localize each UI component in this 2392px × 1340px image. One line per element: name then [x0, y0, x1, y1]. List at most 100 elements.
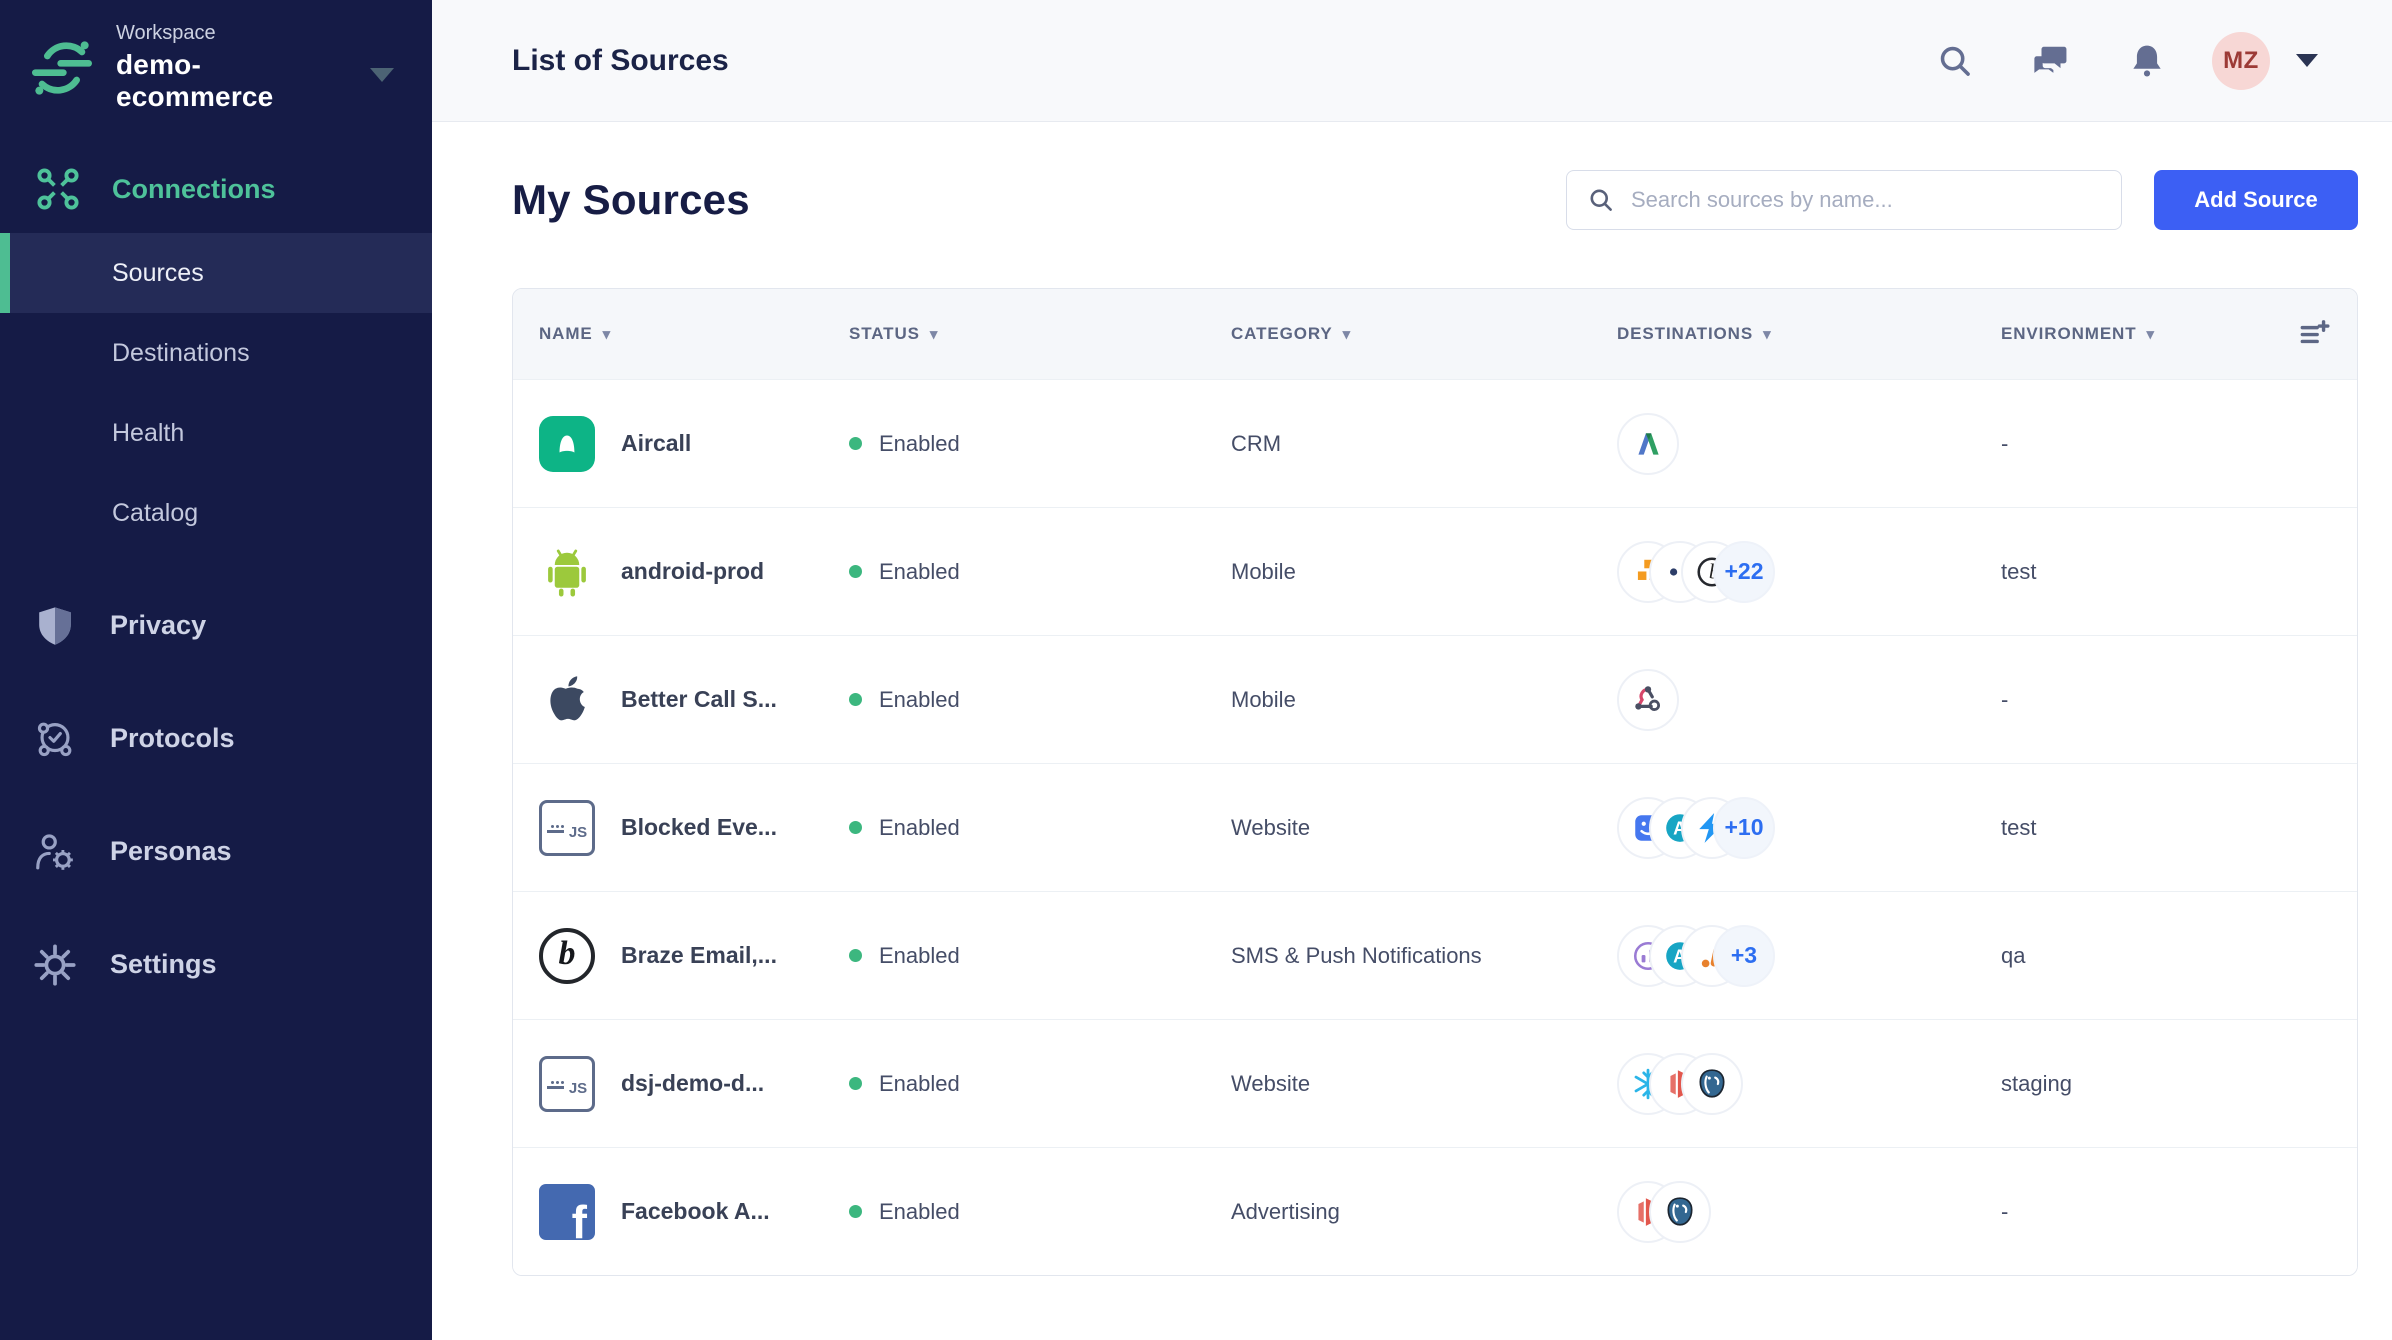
- destinations-cell[interactable]: [1617, 668, 2001, 731]
- environment-label: test: [2001, 558, 2037, 584]
- category-label: Advertising: [1231, 1198, 1340, 1224]
- environment-label: staging: [2001, 1070, 2072, 1096]
- source-name: Blocked Eve...: [621, 814, 777, 840]
- add-column-icon[interactable]: [2297, 317, 2331, 351]
- category-label: CRM: [1231, 430, 1282, 456]
- sort-caret-icon: ▾: [1763, 326, 1772, 343]
- sort-caret-icon: ▾: [1342, 326, 1352, 343]
- sidebar-item-connections[interactable]: Connections: [0, 145, 432, 233]
- workspace-chevron-down-icon[interactable]: [370, 67, 394, 82]
- search-icon: [1590, 189, 1612, 211]
- avatar-initials: MZ: [2223, 46, 2259, 74]
- avatar[interactable]: MZ: [2212, 31, 2270, 90]
- category-label: Website: [1231, 814, 1311, 840]
- content: My Sources Add Source NAME▾ STATUS▾ CATE…: [432, 122, 2392, 1340]
- column-header-name[interactable]: NAME ▾: [539, 324, 849, 344]
- more-destinations-badge[interactable]: +22: [1713, 540, 1775, 603]
- sidebar-item-label: Health: [112, 418, 185, 447]
- table-row[interactable]: b Braze Email,... Enabled SMS & Push Not…: [513, 891, 2357, 1019]
- shield-icon: [39, 606, 71, 645]
- status-label: Enabled: [879, 814, 960, 840]
- category-label: Mobile: [1231, 686, 1296, 712]
- environment-label: -: [2001, 686, 2009, 712]
- braze-icon: b: [539, 927, 595, 984]
- destinations-cell[interactable]: A +3: [1617, 924, 2001, 987]
- sidebar-nav: Connections Sources Destinations Health …: [0, 145, 432, 1021]
- destinations-cell[interactable]: [1617, 1180, 2001, 1243]
- sidebar-item-destinations[interactable]: Destinations: [0, 313, 432, 393]
- destinations-cell[interactable]: A +10: [1617, 796, 2001, 859]
- source-name: Braze Email,...: [621, 942, 777, 968]
- status-label: Enabled: [879, 1198, 960, 1224]
- source-name: android-prod: [621, 558, 765, 584]
- page-title: List of Sources: [512, 43, 729, 77]
- destinations-cell[interactable]: [1617, 412, 2001, 475]
- main-area: List of Sources MZ My Sources Search sou…: [432, 0, 2392, 1340]
- sidebar-item-label: Privacy: [110, 610, 207, 640]
- table-row[interactable]: Aircall Enabled CRM -: [513, 379, 2357, 507]
- more-destinations-badge[interactable]: +3: [1713, 924, 1775, 987]
- category-label: SMS & Push Notifications: [1231, 942, 1482, 968]
- destinations-cell[interactable]: [1617, 1052, 2001, 1115]
- sidebar-item-label: Destinations: [112, 338, 250, 367]
- aircall-icon: [539, 415, 595, 472]
- table-row[interactable]: Better Call S... Enabled Mobile -: [513, 635, 2357, 763]
- sidebar-item-protocols[interactable]: Protocols: [0, 682, 432, 795]
- more-destinations-badge[interactable]: +10: [1713, 796, 1775, 859]
- status-label: Enabled: [879, 686, 960, 712]
- table-row[interactable]: JS dsj-demo-d... Enabled Website staging: [513, 1019, 2357, 1147]
- add-source-button[interactable]: Add Source: [2154, 170, 2358, 230]
- status-label: Enabled: [879, 942, 960, 968]
- sidebar-item-personas[interactable]: Personas: [0, 795, 432, 908]
- controls-row: My Sources Add Source: [512, 170, 2358, 230]
- source-name: Aircall: [621, 430, 692, 456]
- topbar: List of Sources MZ: [432, 0, 2392, 122]
- protocols-icon: [37, 722, 72, 756]
- category-label: Mobile: [1231, 558, 1296, 584]
- workspace-name: demo-ecommerce: [116, 49, 274, 112]
- table-row[interactable]: android-prod Enabled Mobile b +22 t: [513, 507, 2357, 635]
- column-header-status[interactable]: STATUS ▾: [849, 324, 1231, 344]
- column-header-category[interactable]: CATEGORY ▾: [1231, 324, 1617, 344]
- apple-icon: [539, 672, 595, 728]
- sources-table: NAME ▾ STATUS ▾ CATEGORY ▾ DESTINATIONS ▾ EN…: [512, 288, 2358, 1276]
- sidebar: Workspace demo-ecommerce Connections Sou…: [0, 0, 432, 1340]
- sidebar-item-settings[interactable]: Settings: [0, 908, 432, 1021]
- sidebar-item-catalog[interactable]: Catalog: [0, 473, 432, 553]
- status-label: Enabled: [879, 558, 960, 584]
- account-chevron-down-icon[interactable]: [2296, 54, 2318, 67]
- table-header: NAME ▾ STATUS ▾ CATEGORY ▾ DESTINATIONS ▾ EN…: [513, 289, 2357, 379]
- sidebar-item-label: Connections: [112, 173, 276, 204]
- sidebar-item-health[interactable]: Health: [0, 393, 432, 473]
- workspace-switcher[interactable]: Workspace demo-ecommerce: [0, 0, 432, 131]
- gear-icon: [34, 943, 76, 986]
- search-icon[interactable]: [1936, 42, 1974, 80]
- chat-icon[interactable]: [2032, 42, 2070, 80]
- environment-label: qa: [2001, 942, 2026, 968]
- category-label: Website: [1231, 1070, 1311, 1096]
- sidebar-item-privacy[interactable]: Privacy: [0, 569, 432, 682]
- bell-icon[interactable]: [2128, 42, 2166, 80]
- sort-caret-icon: ▾: [929, 326, 939, 343]
- postgres-icon: [1681, 1052, 1743, 1115]
- search-sources-input[interactable]: [1631, 187, 2101, 213]
- table-row[interactable]: f Facebook A... Enabled Advertising -: [513, 1147, 2357, 1275]
- sidebar-item-label: Catalog: [112, 498, 199, 527]
- status-label: Enabled: [879, 1070, 960, 1096]
- source-name: Facebook A...: [621, 1198, 770, 1224]
- source-name: Better Call S...: [621, 686, 777, 712]
- status-dot: [849, 1077, 862, 1090]
- column-header-environment[interactable]: ENVIRONMENT ▾: [2001, 324, 2285, 344]
- sidebar-item-label: Protocols: [110, 723, 235, 753]
- table-row[interactable]: JS Blocked Eve... Enabled Website A +10 …: [513, 763, 2357, 891]
- column-header-destinations[interactable]: DESTINATIONS ▾: [1617, 324, 2001, 344]
- destinations-cell[interactable]: b +22: [1617, 540, 2001, 603]
- environment-label: -: [2001, 430, 2009, 456]
- status-dot: [849, 693, 862, 706]
- sidebar-item-sources[interactable]: Sources: [0, 233, 432, 313]
- status-dot: [849, 437, 862, 450]
- environment-label: test: [2001, 814, 2037, 840]
- javascript-icon: JS: [539, 1055, 595, 1112]
- android-icon: [539, 544, 595, 600]
- status-dot: [849, 1205, 862, 1218]
